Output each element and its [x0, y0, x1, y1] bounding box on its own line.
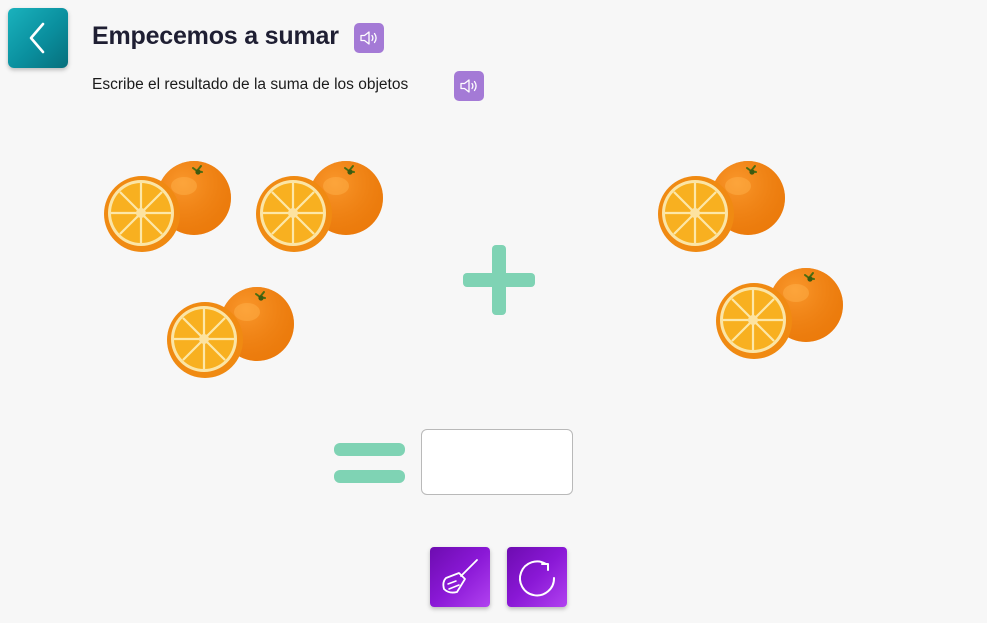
orange-image — [658, 158, 786, 258]
back-button[interactable] — [8, 8, 68, 68]
reset-button[interactable] — [507, 547, 567, 607]
speaker-icon — [460, 79, 477, 93]
plus-sign — [463, 245, 535, 315]
speaker-icon — [360, 31, 377, 45]
title-audio-button[interactable] — [354, 23, 384, 53]
equals-sign — [334, 443, 405, 483]
orange-image — [104, 158, 232, 258]
orange-image — [256, 158, 384, 258]
page-title: Empecemos a sumar — [92, 22, 339, 50]
chevron-left-icon — [29, 22, 45, 54]
redo-icon — [519, 560, 556, 597]
orange-image — [716, 265, 844, 365]
broom-icon — [442, 559, 478, 594]
clear-button[interactable] — [430, 547, 490, 607]
instruction-text: Escribe el resultado de la suma de los o… — [92, 76, 409, 93]
instruction-audio-button[interactable] — [454, 71, 484, 101]
answer-input[interactable] — [421, 429, 573, 495]
orange-image — [167, 284, 295, 384]
